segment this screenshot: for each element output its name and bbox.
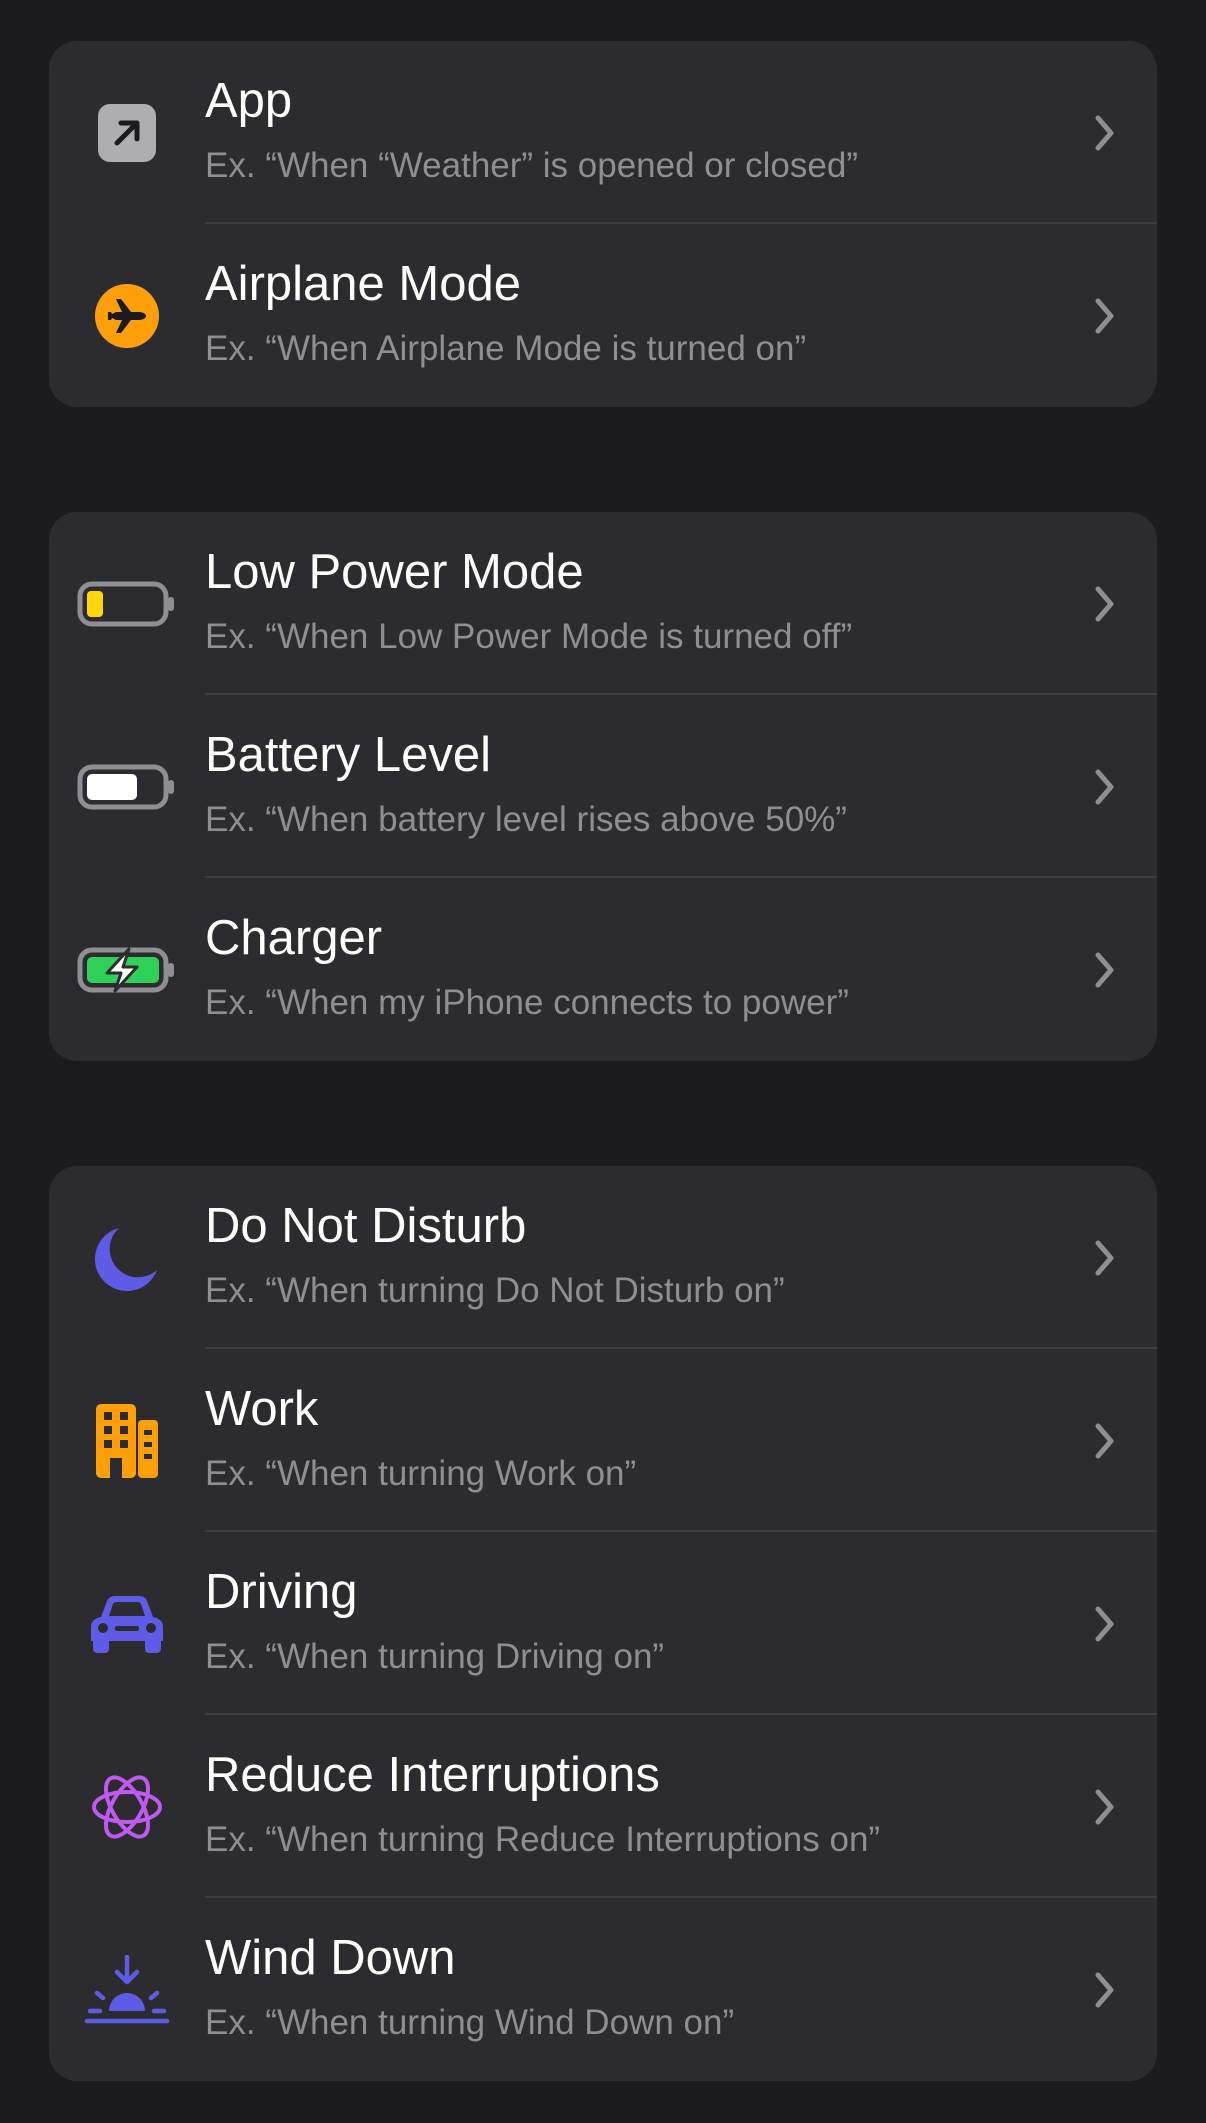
row-subtitle: Ex. “When my iPhone connects to power”	[205, 983, 849, 1022]
row-subtitle: Ex. “When turning Reduce Interruptions o…	[205, 1820, 881, 1859]
row-subtitle: Ex. “When “Weather” is opened or closed”	[205, 146, 858, 185]
row-title: Wind Down	[205, 1931, 456, 1985]
row-app[interactable]: App Ex. “When “Weather” is opened or clo…	[49, 41, 1157, 224]
row-work[interactable]: Work Ex. “When turning Work on”	[49, 1349, 1157, 1532]
row-reduce-interruptions[interactable]: Reduce Interruptions Ex. “When turning R…	[49, 1715, 1157, 1898]
row-title: Driving	[205, 1565, 358, 1619]
row-low-power-mode[interactable]: Low Power Mode Ex. “When Low Power Mode …	[49, 512, 1157, 695]
row-title: Reduce Interruptions	[205, 1748, 660, 1802]
chevron-right-icon	[1095, 586, 1114, 622]
row-battery-level[interactable]: Battery Level Ex. “When battery level ri…	[49, 695, 1157, 878]
chevron-right-icon	[1095, 1606, 1114, 1642]
row-subtitle: Ex. “When turning Do Not Disturb on”	[205, 1271, 785, 1310]
app-icon	[49, 41, 205, 224]
chevron-right-icon	[1095, 1972, 1114, 2008]
chevron-right-icon	[1095, 952, 1114, 988]
row-title: Airplane Mode	[205, 257, 521, 311]
row-title: Low Power Mode	[205, 545, 584, 599]
row-subtitle: Ex. “When battery level rises above 50%”	[205, 800, 847, 839]
row-subtitle: Ex. “When turning Driving on”	[205, 1637, 665, 1676]
interruptions-icon	[49, 1715, 205, 1898]
row-title: Battery Level	[205, 728, 491, 782]
charging-battery-icon	[49, 878, 205, 1061]
moon-icon	[49, 1166, 205, 1349]
car-icon	[49, 1532, 205, 1715]
chevron-right-icon	[1095, 769, 1114, 805]
chevron-right-icon	[1095, 298, 1114, 334]
chevron-right-icon	[1095, 1240, 1114, 1276]
row-title: App	[205, 74, 293, 128]
row-title: Charger	[205, 911, 383, 965]
row-title: Do Not Disturb	[205, 1199, 527, 1253]
row-do-not-disturb[interactable]: Do Not Disturb Ex. “When turning Do Not …	[49, 1166, 1157, 1349]
trigger-group-general: App Ex. “When “Weather” is opened or clo…	[49, 41, 1157, 407]
row-subtitle: Ex. “When turning Wind Down on”	[205, 2003, 735, 2042]
building-icon	[49, 1349, 205, 1532]
row-charger[interactable]: Charger Ex. “When my iPhone connects to …	[49, 878, 1157, 1061]
sunset-icon	[49, 1898, 205, 2081]
chevron-right-icon	[1095, 1789, 1114, 1825]
row-wind-down[interactable]: Wind Down Ex. “When turning Wind Down on…	[49, 1898, 1157, 2081]
row-driving[interactable]: Driving Ex. “When turning Driving on”	[49, 1532, 1157, 1715]
chevron-right-icon	[1095, 115, 1114, 151]
battery-icon	[49, 695, 205, 878]
low-battery-icon	[49, 512, 205, 695]
row-subtitle: Ex. “When Low Power Mode is turned off”	[205, 617, 853, 656]
airplane-icon	[49, 224, 205, 407]
row-title: Work	[205, 1382, 319, 1436]
trigger-group-battery: Low Power Mode Ex. “When Low Power Mode …	[49, 512, 1157, 1061]
row-airplane-mode[interactable]: Airplane Mode Ex. “When Airplane Mode is…	[49, 224, 1157, 407]
row-subtitle: Ex. “When turning Work on”	[205, 1454, 637, 1493]
row-subtitle: Ex. “When Airplane Mode is turned on”	[205, 329, 807, 368]
trigger-group-focus: Do Not Disturb Ex. “When turning Do Not …	[49, 1166, 1157, 2081]
chevron-right-icon	[1095, 1423, 1114, 1459]
